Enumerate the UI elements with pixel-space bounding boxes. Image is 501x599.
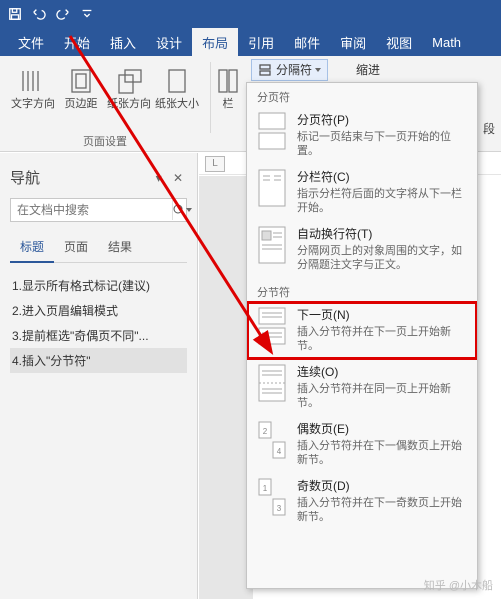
- breaks-menu-label: 分隔符: [276, 61, 312, 78]
- tab-mailings[interactable]: 邮件: [284, 28, 330, 56]
- text-direction-icon: [18, 66, 48, 96]
- nav-item[interactable]: 3.提前框选"奇偶页不同"...: [10, 323, 187, 348]
- margins-label: 页边距: [65, 98, 98, 111]
- nav-dropdown-icon[interactable]: ▾: [152, 171, 166, 185]
- svg-text:2: 2: [263, 427, 268, 436]
- nextpage-break-icon: [255, 306, 289, 348]
- navigation-pane: 导航 ▾ ✕ 标题 页面 结果 1.显示所有格式标记(建议) 2.进入页眉编辑模…: [0, 153, 198, 599]
- orientation-label: 纸张方向: [107, 98, 151, 111]
- text-direction-button[interactable]: 文字方向: [11, 64, 55, 111]
- nav-item[interactable]: 4.插入"分节符": [10, 348, 187, 373]
- tab-insert[interactable]: 插入: [100, 28, 146, 56]
- textwrap-break-icon: [255, 225, 289, 267]
- tab-view[interactable]: 视图: [376, 28, 422, 56]
- breaks-dropdown: 分页符 分页符(P)标记一页结束与下一页开始的位置。 分栏符(C)指示分栏符后面…: [246, 82, 478, 589]
- nav-item[interactable]: 1.显示所有格式标记(建议): [10, 273, 187, 298]
- breaks-menu-button[interactable]: 分隔符: [251, 59, 328, 81]
- size-icon: [162, 66, 192, 96]
- svg-text:1: 1: [263, 484, 268, 493]
- search-input[interactable]: [17, 203, 172, 217]
- watermark: 知乎 @小木船: [424, 577, 493, 593]
- document-area[interactable]: [199, 176, 253, 599]
- orientation-icon: [114, 66, 144, 96]
- indent-label: 缩进: [356, 61, 380, 78]
- margins-icon: [66, 66, 96, 96]
- line-numbers-button[interactable]: 缩进: [350, 59, 386, 81]
- navigation-title: 导航: [10, 167, 40, 188]
- save-icon[interactable]: [4, 3, 26, 25]
- tab-file[interactable]: 文件: [8, 28, 54, 56]
- nav-close-icon[interactable]: ✕: [169, 171, 187, 185]
- qat-customize-icon[interactable]: [76, 3, 98, 25]
- nav-tab-headings[interactable]: 标题: [10, 234, 54, 263]
- evenpage-break-icon: 24: [255, 420, 289, 462]
- nav-tabs: 标题 页面 结果: [10, 234, 187, 263]
- nav-tab-pages[interactable]: 页面: [54, 234, 98, 262]
- breaks-section2-title: 分节符: [247, 278, 477, 302]
- continuous-break-icon: [255, 363, 289, 405]
- nav-list: 1.显示所有格式标记(建议) 2.进入页眉编辑模式 3.提前框选"奇偶页不同".…: [10, 273, 187, 373]
- tab-home[interactable]: 开始: [54, 28, 100, 56]
- section-break-next-page[interactable]: 下一页(N)插入分节符并在下一页上开始新节。: [247, 302, 477, 359]
- svg-text:4: 4: [277, 447, 282, 456]
- size-label: 纸张大小: [155, 98, 199, 111]
- svg-text:3: 3: [277, 504, 282, 513]
- column-break-icon: [255, 168, 289, 210]
- section-break-odd-page[interactable]: 13 奇数页(D)插入分节符并在下一奇数页上开始新节。: [247, 473, 477, 530]
- oddpage-break-icon: 13: [255, 477, 289, 519]
- section-break-even-page[interactable]: 24 偶数页(E)插入分节符并在下一偶数页上开始新节。: [247, 416, 477, 473]
- size-button[interactable]: 纸张大小: [155, 64, 199, 111]
- ribbon-tabs: 文件 开始 插入 设计 布局 引用 邮件 审阅 视图 Math: [0, 28, 501, 56]
- ruler-corner: L: [205, 156, 225, 172]
- break-page[interactable]: 分页符(P)标记一页结束与下一页开始的位置。: [247, 107, 477, 164]
- columns-icon: [213, 66, 243, 96]
- tab-design[interactable]: 设计: [146, 28, 192, 56]
- nav-item[interactable]: 2.进入页眉编辑模式: [10, 298, 187, 323]
- search-box[interactable]: [10, 198, 187, 222]
- columns-label: 栏: [223, 98, 234, 111]
- quick-access-toolbar: [0, 0, 501, 28]
- margins-button[interactable]: 页边距: [59, 64, 103, 111]
- undo-icon[interactable]: [28, 3, 50, 25]
- tab-layout[interactable]: 布局: [192, 28, 238, 56]
- break-column[interactable]: 分栏符(C)指示分栏符后面的文字将从下一栏开始。: [247, 164, 477, 221]
- page-break-icon: [255, 111, 289, 153]
- chevron-down-icon: [315, 68, 321, 72]
- section-break-continuous[interactable]: 连续(O)插入分节符并在同一页上开始新节。: [247, 359, 477, 416]
- tab-math[interactable]: Math: [422, 28, 471, 56]
- break-textwrap[interactable]: 自动换行符(T)分隔网页上的对象周围的文字，如分隔题注文字与正文。: [247, 221, 477, 278]
- redo-icon[interactable]: [52, 3, 74, 25]
- tab-references[interactable]: 引用: [238, 28, 284, 56]
- breaks-section1-title: 分页符: [247, 83, 477, 107]
- group-page-setup-label: 页面设置: [0, 133, 210, 149]
- tab-review[interactable]: 审阅: [330, 28, 376, 56]
- search-icon[interactable]: [172, 200, 192, 220]
- text-direction-label: 文字方向: [11, 98, 55, 111]
- orientation-button[interactable]: 纸张方向: [107, 64, 151, 111]
- nav-tab-results[interactable]: 结果: [98, 234, 142, 262]
- columns-button[interactable]: 栏: [212, 64, 244, 111]
- paragraph-partial: 段: [481, 118, 501, 139]
